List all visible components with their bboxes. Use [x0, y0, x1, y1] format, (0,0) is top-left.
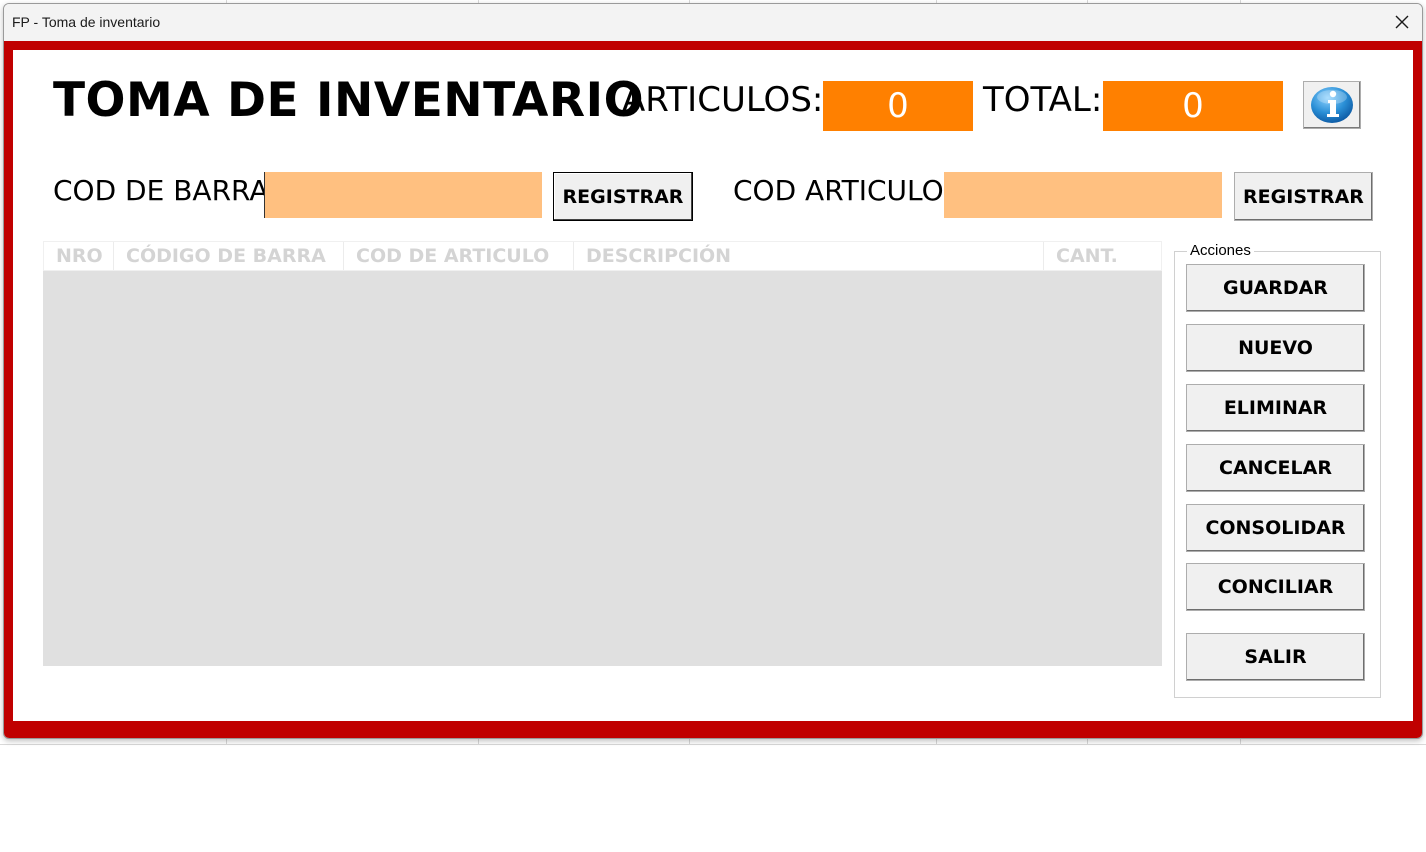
- new-button[interactable]: NUEVO: [1186, 324, 1365, 372]
- register-article-button[interactable]: REGISTRAR: [1234, 172, 1373, 221]
- inventory-grid[interactable]: [43, 271, 1162, 666]
- consolidate-button[interactable]: CONSOLIDAR: [1186, 504, 1365, 552]
- form-border: TOMA DE INVENTARIO ARTICULOS: 0 TOTAL: 0: [4, 41, 1422, 738]
- column-description: DESCRIPCIÓN: [574, 242, 1044, 270]
- reconcile-button[interactable]: CONCILIAR: [1186, 563, 1365, 611]
- barcode-input[interactable]: [264, 172, 542, 218]
- total-label: TOTAL:: [983, 80, 1103, 120]
- close-icon[interactable]: [1388, 8, 1416, 36]
- column-quantity: CANT.: [1056, 245, 1118, 267]
- register-barcode-button[interactable]: REGISTRAR: [553, 172, 693, 221]
- barcode-label: COD DE BARRA: [53, 174, 269, 207]
- window-title: FP - Toma de inventario: [12, 14, 161, 30]
- articulos-label: ARTICULOS:: [622, 80, 824, 120]
- info-icon: [1311, 87, 1353, 123]
- page-title: TOMA DE INVENTARIO: [53, 73, 645, 128]
- form-body: TOMA DE INVENTARIO ARTICULOS: 0 TOTAL: 0: [13, 50, 1413, 721]
- delete-button[interactable]: ELIMINAR: [1186, 384, 1365, 432]
- article-code-input[interactable]: [944, 172, 1222, 218]
- cancel-button[interactable]: CANCELAR: [1186, 444, 1365, 492]
- title-bar: FP - Toma de inventario: [4, 4, 1422, 41]
- articulos-count: 0: [823, 81, 973, 131]
- save-button[interactable]: GUARDAR: [1186, 264, 1365, 312]
- total-count: 0: [1103, 81, 1283, 131]
- grid-header: NRO CÓDIGO DE BARRA COD DE ARTICULO DESC…: [43, 241, 1162, 271]
- info-button[interactable]: [1303, 81, 1361, 129]
- exit-button[interactable]: SALIR: [1186, 633, 1365, 681]
- inventory-window: FP - Toma de inventario TOMA DE INVENTAR…: [3, 3, 1423, 739]
- actions-legend: Acciones: [1187, 242, 1254, 259]
- article-code-label: COD ARTICULO: [733, 174, 944, 207]
- column-barcode: CÓDIGO DE BARRA: [114, 242, 344, 270]
- column-nro: NRO: [44, 242, 114, 270]
- column-article-code: COD DE ARTICULO: [344, 242, 574, 270]
